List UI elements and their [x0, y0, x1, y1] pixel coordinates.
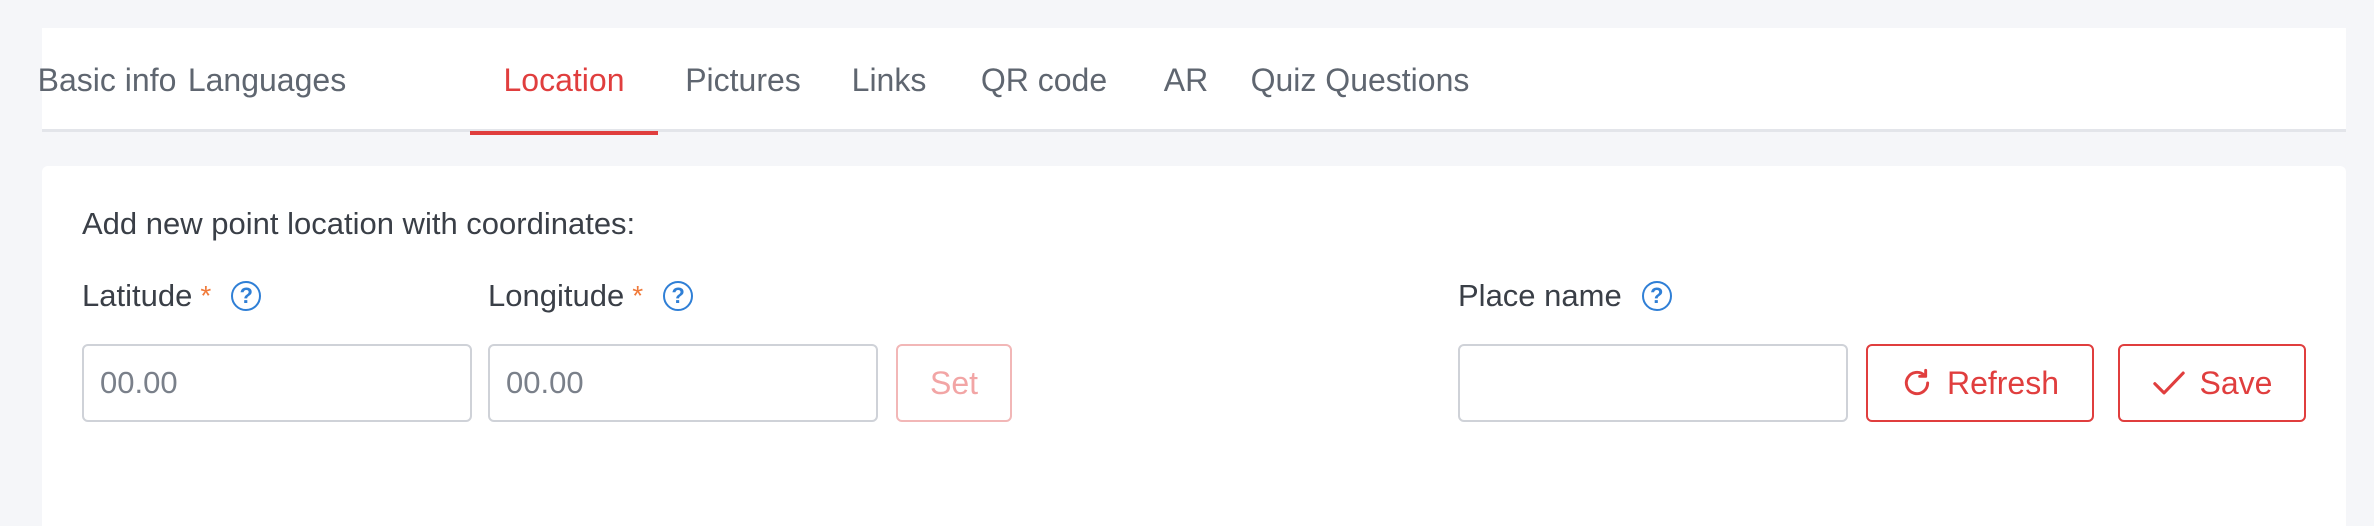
tab-location[interactable]: Location	[470, 28, 658, 135]
refresh-label: Refresh	[1946, 364, 2060, 401]
form-intro: Add new point location with coordinates:	[82, 206, 636, 241]
place-name-label-group: Place name ?	[1458, 278, 1672, 314]
help-icon[interactable]: ?	[1641, 281, 1672, 311]
required-mark: *	[632, 280, 644, 311]
latitude-label-group: Latitude * ?	[82, 278, 262, 314]
tab-qr-code[interactable]: QR code	[950, 28, 1138, 132]
refresh-button[interactable]: Refresh	[1866, 344, 2094, 422]
longitude-input[interactable]	[488, 344, 878, 422]
check-icon	[2152, 371, 2185, 395]
longitude-label-group: Longitude * ?	[488, 278, 694, 314]
location-form: Add new point location with coordinates:…	[42, 166, 2346, 526]
tab-pictures[interactable]: Pictures	[658, 28, 828, 132]
tab-bar: Basic info Languages Location Pictures L…	[38, 28, 2346, 135]
help-icon[interactable]: ?	[663, 281, 694, 311]
required-mark: *	[200, 280, 212, 311]
place-name-input[interactable]	[1458, 344, 1848, 422]
tab-basic-info[interactable]: Basic info	[38, 28, 177, 132]
longitude-label: Longitude	[488, 278, 625, 313]
tab-languages[interactable]: Languages	[172, 28, 362, 132]
save-button[interactable]: Save	[2118, 344, 2306, 422]
save-label: Save	[2199, 364, 2273, 401]
latitude-input[interactable]	[82, 344, 472, 422]
tab-quiz-questions[interactable]: Quiz Questions	[1234, 28, 1486, 132]
tab-links[interactable]: Links	[828, 28, 950, 132]
refresh-icon	[1904, 368, 1930, 396]
place-name-label: Place name	[1458, 278, 1622, 313]
set-button[interactable]: Set	[896, 344, 1012, 422]
tab-ar[interactable]: AR	[1138, 28, 1234, 132]
help-icon[interactable]: ?	[231, 281, 262, 311]
latitude-label: Latitude	[82, 278, 193, 313]
